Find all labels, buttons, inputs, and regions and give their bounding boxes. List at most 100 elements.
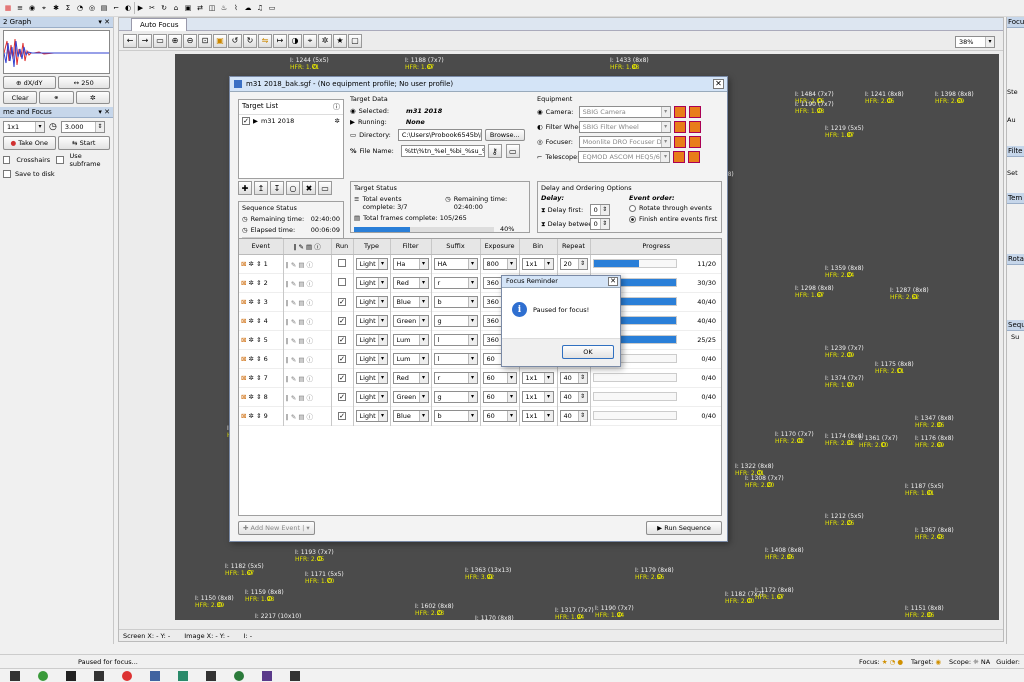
filter-wheel-select[interactable]: SBIG Filter Wheel ▾ xyxy=(578,121,671,133)
event-settings-icon[interactable]: ✲ xyxy=(249,374,254,382)
event-tools-icon[interactable]: ‖ ✎ ▤ ⓘ xyxy=(286,394,314,402)
bin-select[interactable]: 1x1 ▾ xyxy=(521,409,554,422)
rotate-left-icon[interactable]: ↺ xyxy=(228,33,242,48)
exposure-select[interactable]: 60▾ xyxy=(482,390,517,403)
info-icon[interactable]: ⓘ xyxy=(333,102,340,112)
gauge-icon[interactable]: ◔ xyxy=(74,2,86,14)
filter-select[interactable]: Red ▾ xyxy=(392,371,429,384)
event-tools-icon[interactable]: ‖ ✎ ▤ ⓘ xyxy=(286,299,314,307)
exposure-input[interactable]: 3.000 ⇕ xyxy=(60,121,105,133)
chrome-icon[interactable] xyxy=(122,670,132,681)
delete-event-icon[interactable]: ⊠ xyxy=(241,317,246,325)
forward-icon[interactable]: → xyxy=(138,33,152,48)
filter-select[interactable]: Lum ▾ xyxy=(392,352,429,365)
reorder-icon[interactable]: ⇕ xyxy=(256,260,261,268)
delete-event-icon[interactable]: ⊠ xyxy=(241,374,246,382)
repeat-input[interactable]: 20 ⇕ xyxy=(559,257,588,270)
reorder-icon[interactable]: ⇕ xyxy=(256,298,261,306)
link-button[interactable]: ⚭ xyxy=(39,91,74,104)
sgp-icon[interactable] xyxy=(206,670,216,681)
exposure-select[interactable]: 60▾ xyxy=(482,409,517,422)
event-settings-icon[interactable]: ✲ xyxy=(249,336,254,344)
run-checkbox[interactable]: ✓ xyxy=(338,335,346,344)
event-row[interactable]: ⊠ ✲ ⇕ 7 ‖ ✎ ▤ ⓘ ✓ Light ▾ Red ▾ r ▾ 60 ▾ 1x1 ▾ 40 ⇕ 0/4… xyxy=(239,368,721,387)
panel-close-icon[interactable]: ▾ ✕ xyxy=(98,17,113,27)
repeat-input[interactable]: 40 ⇕ xyxy=(559,390,588,403)
edge-icon[interactable] xyxy=(38,670,48,681)
reset-icon[interactable]: ○ xyxy=(286,181,300,195)
image-icon[interactable]: ▦ xyxy=(2,2,14,14)
reorder-icon[interactable]: ⇕ xyxy=(256,355,261,363)
collapse-icon[interactable]: ▭ xyxy=(318,181,332,195)
folder-icon[interactable] xyxy=(94,670,104,681)
reorder-icon[interactable]: ⇕ xyxy=(256,412,261,420)
grid-icon[interactable]: ▤ xyxy=(98,2,110,14)
frame-icon[interactable]: ▢ xyxy=(348,33,362,48)
type-select[interactable]: Light ▾ xyxy=(355,409,388,422)
event-tools-icon[interactable]: ‖ ✎ ▤ ⓘ xyxy=(286,356,314,364)
rotate-icon[interactable]: ↻ xyxy=(158,2,170,14)
event-settings-icon[interactable]: ✲ xyxy=(249,317,254,325)
event-settings-icon[interactable]: ✲ xyxy=(249,393,254,401)
crosshairs-checkbox[interactable] xyxy=(3,156,11,164)
camera-settings-icon[interactable] xyxy=(688,106,701,118)
bin-select[interactable]: 1x1 ▾ xyxy=(521,390,554,403)
filter-select[interactable]: Red ▾ xyxy=(392,276,429,289)
telescope-select[interactable]: EQMOD ASCOM HEQ5/6 ▾ xyxy=(578,151,671,163)
delete-target-icon[interactable]: ✖ xyxy=(302,181,316,195)
reorder-icon[interactable]: ⇕ xyxy=(256,317,261,325)
delete-event-icon[interactable]: ⊠ xyxy=(241,298,246,306)
suffix-input[interactable]: r ▾ xyxy=(433,371,478,384)
filter-select[interactable]: Green ▾ xyxy=(392,314,429,327)
type-select[interactable]: Light ▾ xyxy=(355,276,388,289)
close-icon[interactable]: ✕ xyxy=(608,277,618,286)
subframe-checkbox[interactable] xyxy=(56,156,64,164)
event-row[interactable]: ⊠ ✲ ⇕ 9 ‖ ✎ ▤ ⓘ ✓ Light ▾ Blue ▾ b ▾ 60 ▾ 1x1 ▾ 40 ⇕ 0/… xyxy=(239,406,721,425)
delete-event-icon[interactable]: ⊠ xyxy=(241,393,246,401)
move-down-icon[interactable]: ↧ xyxy=(270,181,284,195)
event-tools-icon[interactable]: ‖ ✎ ▤ ⓘ xyxy=(286,337,314,345)
app-icon[interactable] xyxy=(150,670,160,681)
add-target-icon[interactable]: ✚ xyxy=(238,181,252,195)
delete-event-icon[interactable]: ⊠ xyxy=(241,279,246,287)
event-settings-icon[interactable]: ✲ xyxy=(249,412,254,420)
zoom-in-icon[interactable]: ⊕ xyxy=(168,33,182,48)
suffix-input[interactable]: b ▾ xyxy=(433,295,478,308)
event-settings-icon[interactable]: ✲ xyxy=(249,298,254,306)
run-checkbox[interactable]: ✓ xyxy=(338,354,346,363)
exposure-select[interactable]: 800 ▾ xyxy=(482,257,517,270)
event-row[interactable]: ⊠ ✲ ⇕ 5‖ ✎ ▤ ⓘ✓Light▾Lum▾l▾360▾25/25 xyxy=(239,330,721,349)
flat-icon[interactable]: ◫ xyxy=(206,2,218,14)
panel-close-icon[interactable]: ▾ ✕ xyxy=(98,107,113,117)
filename-input[interactable]: %tt\%tn_%el_%bi_%su_%fn xyxy=(400,145,485,157)
rotate-option[interactable]: Rotate through events xyxy=(629,204,717,212)
star-icon[interactable]: ★ xyxy=(333,33,347,48)
suffix-input[interactable]: r ▾ xyxy=(433,276,478,289)
guide-app-icon[interactable] xyxy=(290,670,300,681)
target-settings-icon[interactable]: ✲ xyxy=(335,117,340,125)
guide-icon[interactable]: ▣ xyxy=(182,2,194,14)
telescope-settings-icon[interactable] xyxy=(688,151,701,163)
cloud-icon[interactable]: ☁ xyxy=(242,2,254,14)
finish-radio[interactable] xyxy=(629,215,636,223)
back-icon[interactable]: ← xyxy=(123,33,137,48)
zoom-fit-icon[interactable]: ⊡ xyxy=(198,33,212,48)
crosshair-icon[interactable]: ⌖ xyxy=(303,33,317,48)
reorder-icon[interactable]: ⇕ xyxy=(256,393,261,401)
tokens-icon[interactable]: ▭ xyxy=(505,144,520,158)
event-tools-icon[interactable]: ‖ ✎ ▤ ⓘ xyxy=(286,413,314,421)
event-row[interactable]: ⊠ ✲ ⇕ 1 ‖ ✎ ▤ ⓘ Light ▾ Ha ▾ HA ▾ 800 ▾ 1x1 ▾ 20 ⇕ 11/… xyxy=(239,254,721,273)
event-tools-icon[interactable]: ‖ ✎ ▤ ⓘ xyxy=(286,280,314,288)
event-tools-icon[interactable]: ‖ ✎ ▤ ⓘ xyxy=(286,318,314,326)
globe-icon[interactable] xyxy=(234,670,244,681)
suffix-input[interactable]: g ▾ xyxy=(433,314,478,327)
delete-event-icon[interactable]: ⊠ xyxy=(241,355,246,363)
run-checkbox[interactable] xyxy=(338,258,346,267)
camera-icon[interactable]: ◉ xyxy=(26,2,38,14)
delete-event-icon[interactable]: ⊠ xyxy=(241,260,246,268)
zoom-select[interactable]: 38% ▾ xyxy=(955,36,995,48)
suffix-input[interactable]: l ▾ xyxy=(433,333,478,346)
start-icon[interactable] xyxy=(10,670,20,681)
rotate-radio[interactable] xyxy=(629,204,636,212)
finish-option[interactable]: Finish entire events first xyxy=(629,215,717,223)
